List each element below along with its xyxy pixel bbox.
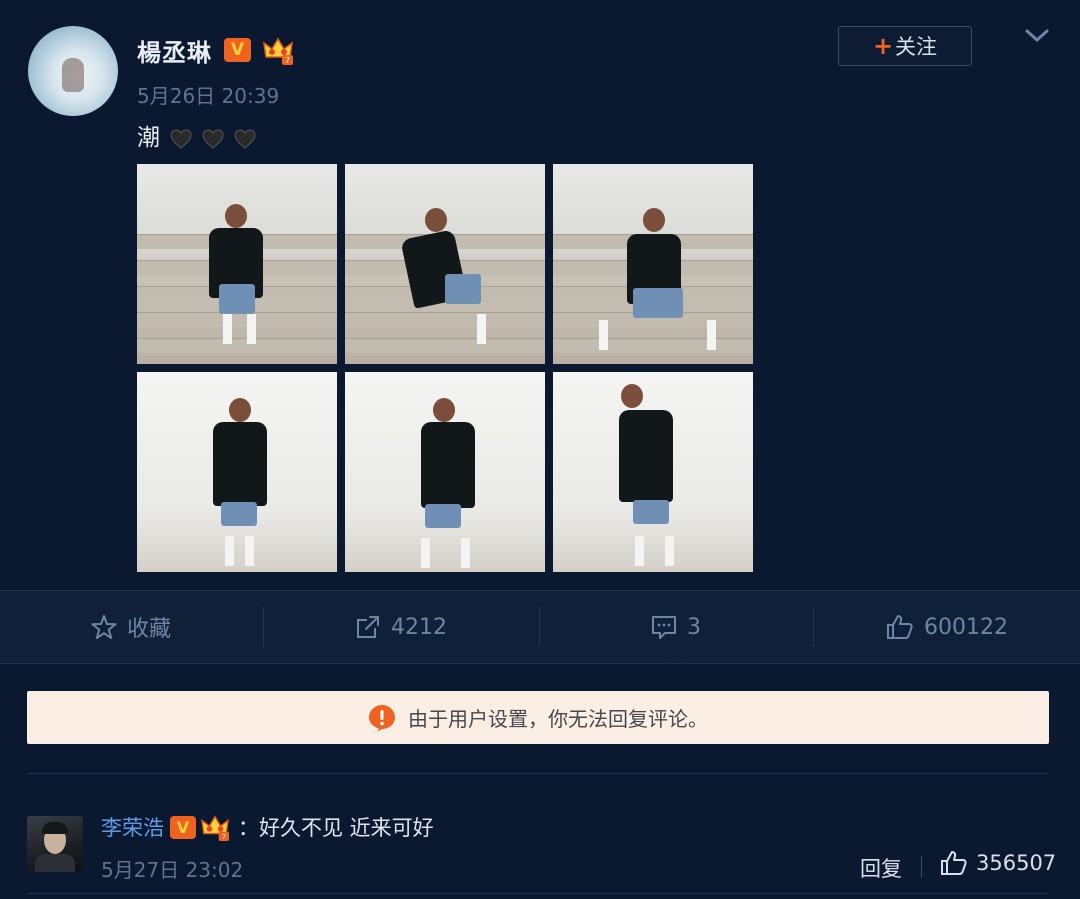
- comment-action-divider: [921, 856, 922, 878]
- warning-icon: [369, 704, 395, 731]
- crown-icon: 7: [263, 37, 293, 65]
- reply-button[interactable]: 回复: [860, 853, 902, 883]
- crown-icon: 7: [201, 815, 229, 841]
- comment-tab-pointer: [664, 650, 688, 662]
- verified-v-badge: V: [224, 38, 251, 62]
- comment-like-count: 356507: [976, 851, 1057, 875]
- black-heart-icon: [170, 128, 192, 149]
- author-avatar[interactable]: [28, 26, 118, 116]
- comment-text: ：好久不见 近来可好: [238, 816, 434, 840]
- like-button[interactable]: 600122: [814, 591, 1080, 663]
- comment-icon: [652, 616, 676, 639]
- photo-thumbnail[interactable]: [553, 164, 753, 364]
- plus-icon: +: [872, 32, 894, 60]
- post-text-content: 潮: [137, 125, 160, 151]
- svg-text:7: 7: [221, 832, 226, 841]
- photo-grid: [137, 164, 753, 572]
- black-heart-icon: [202, 128, 224, 149]
- favorite-label: 收藏: [126, 617, 171, 642]
- author-name[interactable]: 楊丞琳: [137, 33, 212, 68]
- photo-thumbnail[interactable]: [345, 164, 545, 364]
- thumbs-up-icon: [941, 851, 967, 875]
- comment-count: 3: [687, 614, 701, 640]
- comment-like-button[interactable]: 356507: [940, 850, 1056, 876]
- star-icon: [91, 615, 117, 639]
- photo-thumbnail[interactable]: [345, 372, 545, 572]
- verified-v-badge: V: [170, 815, 196, 839]
- post-time: 5月26日 20:39: [137, 84, 280, 108]
- action-bar: 收藏 4212 3 600122: [0, 590, 1080, 664]
- like-count: 600122: [924, 614, 1008, 640]
- commenter-avatar[interactable]: [27, 816, 83, 872]
- section-divider: [27, 893, 1049, 894]
- thumbs-up-icon: [887, 615, 913, 639]
- weibo-post: 楊丞琳 V 7 5月26日 20:39 潮 +关注: [0, 0, 1080, 590]
- commenter-name[interactable]: 李荣浩: [101, 812, 164, 842]
- follow-button[interactable]: +关注: [838, 26, 972, 66]
- svg-text:7: 7: [285, 56, 290, 65]
- photo-thumbnail[interactable]: [553, 372, 753, 572]
- section-divider: [27, 773, 1049, 774]
- comment-time: 5月27日 23:02: [101, 858, 244, 882]
- share-icon: [357, 616, 379, 638]
- favorite-button[interactable]: 收藏: [0, 591, 262, 663]
- chevron-down-icon[interactable]: [1024, 28, 1050, 44]
- repost-count: 4212: [391, 614, 447, 640]
- repost-button[interactable]: 4212: [264, 591, 538, 663]
- comment-line: 李荣浩 V 7 ：好久不见 近来可好: [101, 812, 434, 842]
- photo-thumbnail[interactable]: [137, 164, 337, 364]
- reply-restriction-notice: 由于用户设置，你无法回复评论。: [27, 691, 1049, 744]
- black-heart-icon: [234, 128, 256, 149]
- follow-button-label: 关注: [895, 35, 938, 59]
- photo-thumbnail[interactable]: [137, 372, 337, 572]
- post-text: 潮: [137, 118, 256, 152]
- notice-text: 由于用户设置，你无法回复评论。: [408, 707, 708, 731]
